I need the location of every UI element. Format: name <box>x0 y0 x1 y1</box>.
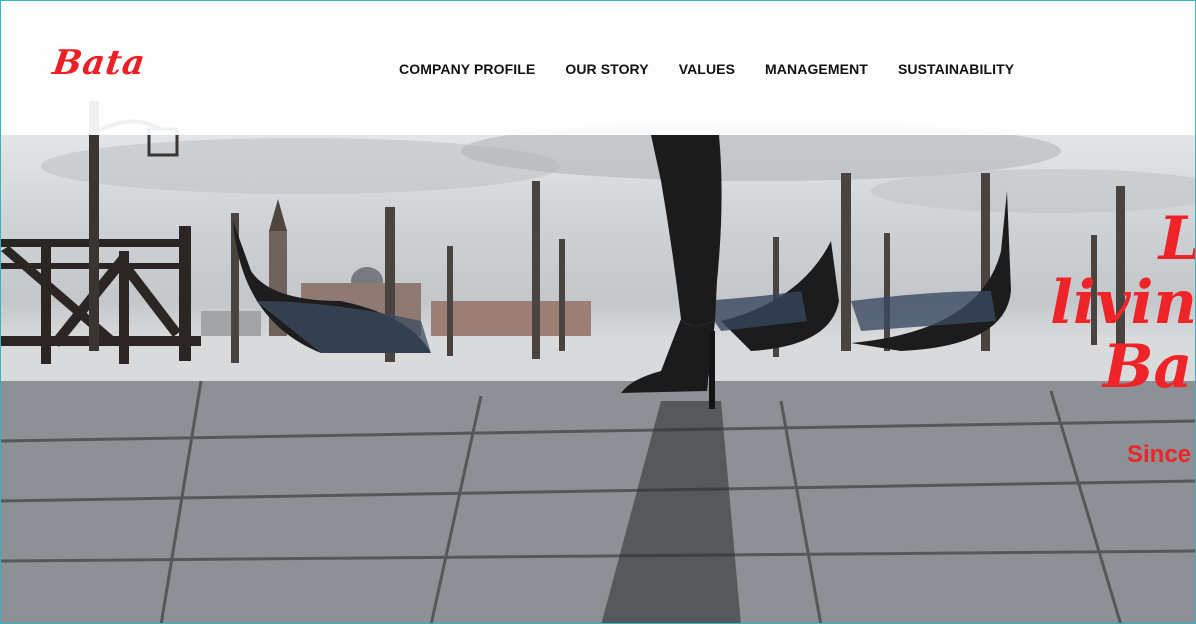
tagline-line-1: Lo <box>1051 207 1195 271</box>
nav-our-story[interactable]: OUR STORY <box>565 61 648 77</box>
nav-management[interactable]: MANAGEMENT <box>765 61 868 77</box>
since-text: Since <box>1127 441 1192 468</box>
bata-logo[interactable]: Bata <box>50 41 149 85</box>
nav-sustainability[interactable]: SUSTAINABILITY <box>898 61 1014 77</box>
site-header: Bata COMPANY PROFILE OUR STORY VALUES MA… <box>1 1 1195 135</box>
page-frame: Bata COMPANY PROFILE OUR STORY VALUES MA… <box>0 0 1196 624</box>
nav-values[interactable]: VALUES <box>679 61 735 77</box>
tagline-line-3: Bata <box>1102 332 1195 399</box>
hero-tagline: Lo living Bata <box>1005 207 1195 399</box>
nav-company-profile[interactable]: COMPANY PROFILE <box>399 61 535 77</box>
tagline-line-2: living <box>1050 268 1195 338</box>
main-nav: COMPANY PROFILE OUR STORY VALUES MANAGEM… <box>399 61 1014 77</box>
